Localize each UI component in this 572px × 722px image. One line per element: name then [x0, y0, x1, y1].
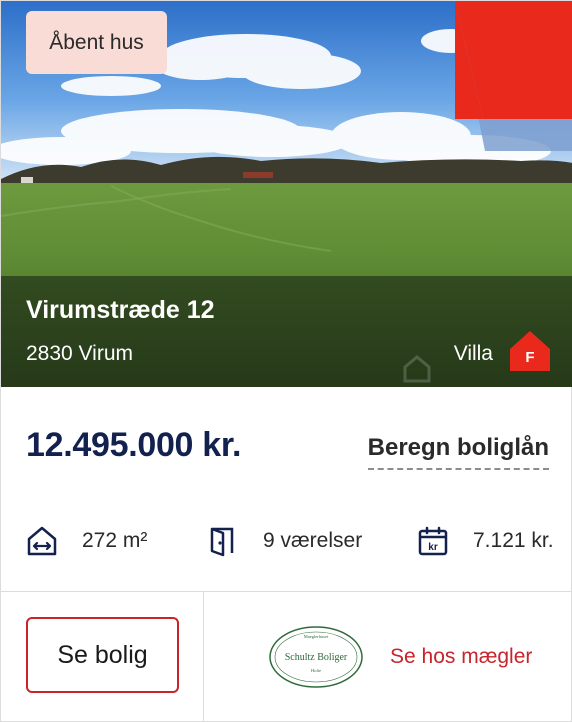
door-icon — [210, 527, 234, 557]
price: 12.495.000 kr. — [26, 426, 242, 464]
open-house-label: Åbent hus — [49, 30, 144, 54]
broker-logo[interactable]: Maeglerhuset Schultz Boliger Holte — [268, 625, 364, 689]
see-property-button[interactable]: Se bolig — [26, 617, 179, 693]
svg-text:kr: kr — [428, 542, 438, 553]
broker-logo-text: Schultz Boliger — [285, 652, 348, 663]
property-photo[interactable]: Åbent hus Virumstræde 12 2830 Virum Vill… — [1, 1, 572, 387]
calculate-loan-link[interactable]: Beregn boliglån — [367, 434, 549, 470]
divider — [1, 591, 572, 592]
corner-ribbon-icon[interactable] — [455, 1, 572, 151]
property-card[interactable]: Åbent hus Virumstræde 12 2830 Virum Vill… — [0, 0, 572, 722]
house-area-icon — [27, 526, 57, 556]
svg-text:Holte: Holte — [311, 668, 321, 673]
fact-area-value: 272 m² — [82, 529, 148, 552]
property-address: Virumstræde 12 — [26, 296, 215, 324]
energy-label-icon: F — [510, 331, 550, 371]
calendar-kr-icon: kr — [418, 526, 448, 556]
fact-rooms-value: 9 værelser — [263, 529, 363, 552]
open-house-badge: Åbent hus — [26, 11, 167, 74]
property-city: 2830 Virum — [26, 342, 134, 365]
fact-area: 272 m² — [26, 521, 147, 561]
see-at-broker-link[interactable]: Se hos mægler — [390, 645, 532, 669]
energy-label-letter: F — [525, 349, 534, 366]
svg-text:Maeglerhuset: Maeglerhuset — [304, 634, 329, 639]
divider-vertical — [203, 592, 204, 722]
fact-monthly-cost-value: 7.121 kr. — [473, 529, 554, 552]
fact-monthly-cost: kr 7.121 kr. — [417, 521, 554, 561]
fact-rooms: 9 værelser — [207, 521, 362, 561]
